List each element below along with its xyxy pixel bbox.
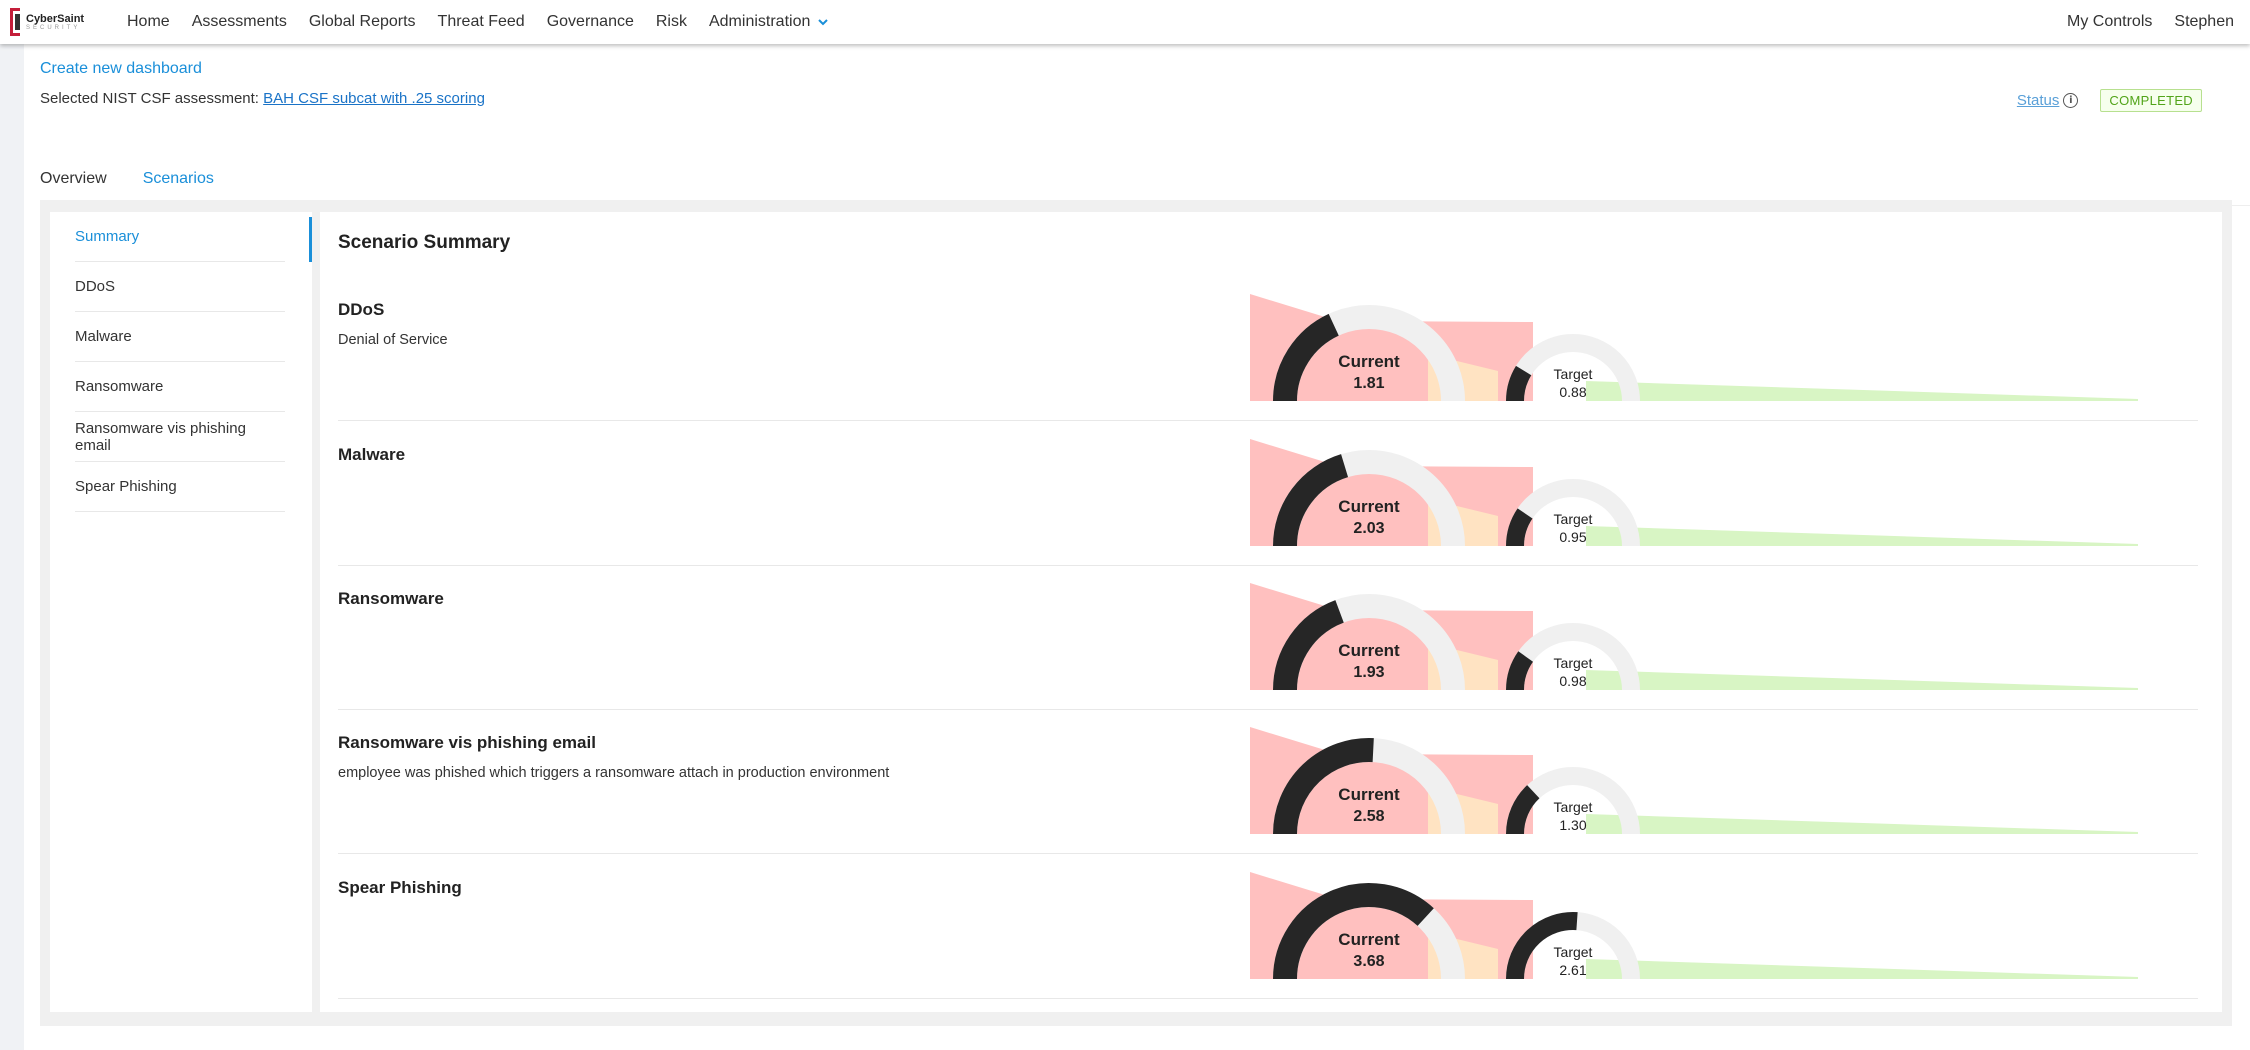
- sidebar-item-ransomware[interactable]: Ransomware: [75, 362, 285, 412]
- assessment-link[interactable]: BAH CSF subcat with .25 scoring: [263, 90, 485, 107]
- logo-icon: [10, 8, 20, 36]
- nav-risk[interactable]: Risk: [656, 13, 687, 31]
- scenario-gauge: Current 2.58 Target 1.30: [1250, 727, 2138, 835]
- info-icon[interactable]: i: [2063, 93, 2079, 108]
- target-value: 0.98: [1559, 673, 1586, 689]
- current-value: 2.58: [1353, 808, 1384, 825]
- sidebar-item-summary[interactable]: Summary: [75, 212, 285, 262]
- scenario-gauge: Current 2.03 Target 0.95: [1250, 439, 2138, 547]
- status-area: Status i COMPLETED: [2017, 89, 2202, 112]
- create-dashboard-link[interactable]: Create new dashboard: [40, 60, 202, 78]
- status-badge: COMPLETED: [2100, 89, 2202, 112]
- tab-bar: Overview Scenarios: [40, 122, 2250, 206]
- target-gauge-fill: [1506, 508, 1533, 547]
- sidebar-item-spear-phishing[interactable]: Spear Phishing: [75, 462, 285, 512]
- scenario-row: Malware Current 2.03 Target 0.95: [338, 421, 2198, 566]
- scenario-row: DDoS Denial of Service Current 1.81 Target…: [338, 276, 2198, 421]
- tab-scenarios[interactable]: Scenarios: [142, 122, 215, 206]
- risk-zone-low: [1586, 670, 2138, 690]
- current-label: Current: [1338, 930, 1400, 949]
- assessment-prefix: Selected NIST CSF assessment:: [40, 90, 259, 107]
- nav-governance[interactable]: Governance: [547, 13, 634, 31]
- risk-zone-low: [1586, 814, 2138, 834]
- current-value: 1.81: [1353, 375, 1384, 392]
- current-label: Current: [1338, 497, 1400, 516]
- selected-assessment: Selected NIST CSF assessment: BAH CSF su…: [40, 90, 485, 107]
- target-label: Target: [1554, 655, 1593, 671]
- target-gauge-fill: [1506, 651, 1534, 691]
- current-value: 2.03: [1353, 520, 1384, 537]
- chevron-down-icon: [818, 19, 829, 26]
- sidebar-item-malware[interactable]: Malware: [75, 312, 285, 362]
- logo-text: CyberSaint: [26, 12, 85, 25]
- status-link[interactable]: Status: [2017, 92, 2060, 109]
- target-gauge-fill: [1506, 365, 1532, 402]
- current-value: 1.93: [1353, 664, 1384, 681]
- target-label: Target: [1554, 366, 1593, 382]
- page-container: Create new dashboard Selected NIST CSF a…: [24, 44, 2250, 1050]
- scenario-row: Ransomware Current 1.93 Target 0.98: [338, 565, 2198, 710]
- scenario-row: Spear Phishing Current 3.68 Target 2.61: [338, 854, 2198, 999]
- cybersaint-logo[interactable]: CyberSaint SECURITY: [8, 2, 108, 42]
- nav-assessments[interactable]: Assessments: [192, 13, 287, 31]
- current-label: Current: [1338, 785, 1400, 804]
- current-value: 3.68: [1353, 953, 1384, 970]
- target-label: Target: [1554, 799, 1593, 815]
- scenario-gauge: Current 1.81 Target 0.88: [1250, 294, 2138, 402]
- scenario-row: Ransomware vis phishing email employee w…: [338, 709, 2198, 854]
- nav-administration[interactable]: Administration: [708, 13, 829, 31]
- nav-global-reports[interactable]: Global Reports: [309, 13, 416, 31]
- risk-zone-low: [1586, 959, 2138, 979]
- target-label: Target: [1554, 944, 1593, 960]
- sidebar-active-indicator: [309, 217, 312, 262]
- current-label: Current: [1338, 352, 1400, 371]
- scenarios-content: Summary DDoS Malware Ransomware Ransomwa…: [40, 200, 2232, 1026]
- sidebar-item-ransomware-phishing[interactable]: Ransomware vis phishing email: [75, 412, 285, 462]
- target-value: 2.61: [1559, 962, 1586, 978]
- scenario-gauge: Current 3.68 Target 2.61: [1250, 872, 2138, 980]
- scenario-sidebar: Summary DDoS Malware Ransomware Ransomwa…: [50, 212, 312, 1012]
- nav-threat-feed[interactable]: Threat Feed: [438, 13, 525, 31]
- top-navbar: CyberSaint SECURITY Home Assessments Glo…: [0, 0, 2250, 44]
- risk-zone-low: [1586, 526, 2138, 546]
- scenario-summary-panel: Scenario Summary DDoS Denial of Service …: [320, 212, 2222, 1012]
- logo-subtext: SECURITY: [26, 24, 81, 31]
- sidebar-item-ddos[interactable]: DDoS: [75, 262, 285, 312]
- page-title: Scenario Summary: [338, 232, 511, 253]
- target-label: Target: [1554, 511, 1593, 527]
- nav-administration-label: Administration: [708, 13, 811, 30]
- risk-zone-low: [1586, 381, 2138, 401]
- tab-overview[interactable]: Overview: [40, 122, 107, 206]
- scenario-gauge: Current 1.93 Target 0.98: [1250, 583, 2138, 691]
- nav-user-menu[interactable]: Stephen: [2174, 13, 2234, 31]
- target-value: 1.30: [1559, 817, 1586, 833]
- nav-home[interactable]: Home: [127, 13, 170, 31]
- nav-my-controls[interactable]: My Controls: [2067, 13, 2152, 31]
- target-value: 0.95: [1559, 529, 1586, 545]
- current-label: Current: [1338, 641, 1400, 660]
- target-value: 0.88: [1559, 384, 1586, 400]
